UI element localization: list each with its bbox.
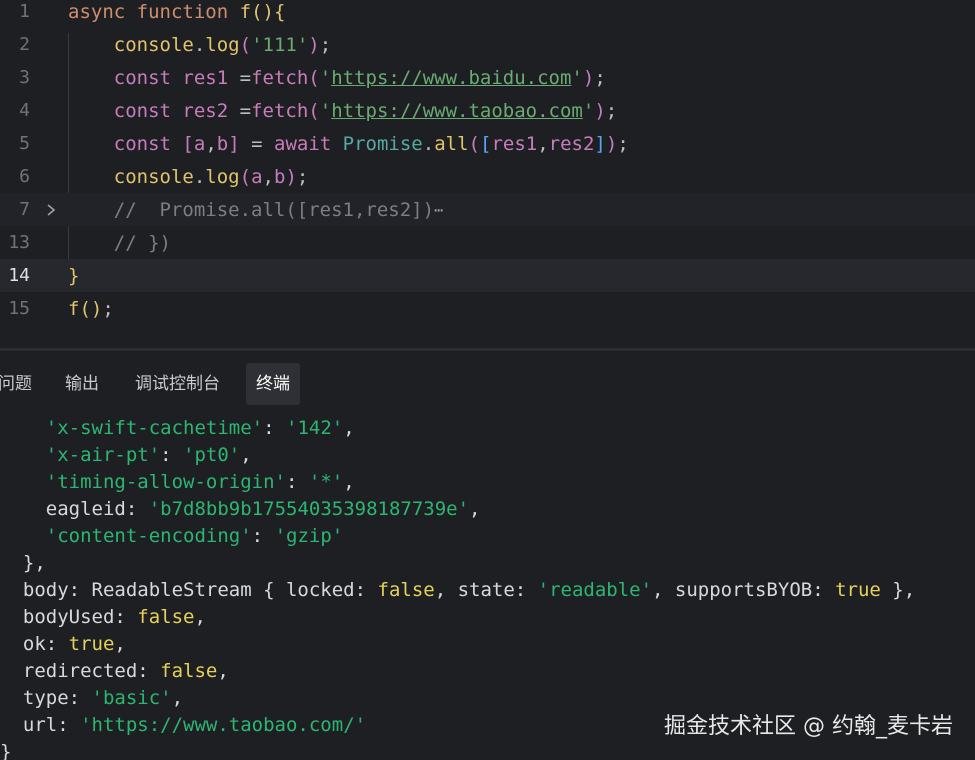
line-number: 3 — [19, 67, 30, 88]
terminal-line: url: 'https://www.taobao.com/' — [22, 714, 367, 736]
watermark: 掘金技术社区 @ 约翰_麦卡岩 — [664, 714, 953, 739]
code-line-folded[interactable]: 7 // Promise.all([res1,res2])⋯ — [0, 193, 975, 226]
line-number: 2 — [19, 34, 30, 55]
line-number: 7 — [19, 199, 30, 220]
terminal-line: 'content-encoding': 'gzip' — [45, 525, 344, 547]
code-text: console.log(a,b); — [113, 165, 309, 188]
line-number: 5 — [19, 133, 30, 154]
terminal-line: ok: true, — [22, 633, 126, 655]
url-link: https://www.baidu.com — [331, 66, 572, 89]
tab-debug-console[interactable]: 调试控制台 — [125, 363, 230, 405]
code-text: console.log('111'); — [113, 33, 332, 56]
code-line[interactable]: 2 console.log('111'); — [0, 28, 975, 61]
code-text: f(); — [68, 297, 114, 320]
terminal-line: redirected: false, — [22, 660, 229, 682]
code-line[interactable]: 13 // }) — [0, 226, 975, 259]
url-link: https://www.taobao.com — [331, 99, 583, 122]
code-text: // Promise.all([res1,res2])⋯ — [113, 198, 444, 221]
terminal-line: 'x-air-pt': 'pt0', — [45, 444, 252, 466]
tab-output[interactable]: 输出 — [55, 363, 109, 405]
code-line[interactable]: 15 f(); — [0, 292, 975, 325]
code-line[interactable]: 5 const [a,b] = await Promise.all([res1,… — [0, 127, 975, 160]
tab-problems[interactable]: 问题 — [0, 363, 42, 405]
tab-terminal[interactable]: 终端 — [246, 363, 300, 405]
code-text: const res2 =fetch('https://www.taobao.co… — [113, 99, 618, 122]
code-line[interactable]: 4 const res2 =fetch('https://www.taobao.… — [0, 94, 975, 127]
code-text: async function f(){ — [68, 0, 286, 23]
terminal-line: 'x-swift-cachetime': '142', — [45, 417, 355, 439]
line-number: 13 — [8, 232, 30, 253]
line-number: 15 — [8, 298, 30, 319]
code-line-current[interactable]: 14 } — [0, 259, 975, 292]
line-number: 4 — [19, 100, 30, 121]
panel-tabs: 问题 输出 调试控制台 终端 — [0, 363, 975, 405]
terminal-line: eagleid: 'b7d8bb9b17554035398187739e', — [45, 498, 481, 520]
terminal-line: bodyUsed: false, — [22, 606, 206, 628]
terminal-line: type: 'basic', — [22, 687, 184, 709]
code-line[interactable]: 1 async function f(){ — [0, 0, 975, 28]
line-number: 6 — [19, 166, 30, 187]
terminal-line: body: ReadableStream { locked: false, st… — [22, 579, 916, 601]
bottom-panel: 问题 输出 调试控制台 终端 'x-swift-cachetime': '142… — [0, 351, 975, 760]
code-text: // }) — [113, 231, 171, 254]
line-number: 14 — [8, 265, 30, 286]
terminal-line: 'timing-allow-origin': '*', — [45, 471, 355, 493]
code-line[interactable]: 6 console.log(a,b); — [0, 160, 975, 193]
code-text: } — [68, 264, 80, 287]
fold-ellipsis-icon[interactable]: ⋯ — [434, 201, 443, 219]
line-number: 1 — [19, 1, 30, 22]
chevron-right-icon[interactable] — [44, 193, 58, 226]
code-text: const res1 =fetch('https://www.baidu.com… — [113, 66, 606, 89]
terminal-line: }, — [22, 552, 46, 574]
code-line[interactable]: 3 const res1 =fetch('https://www.baidu.c… — [0, 61, 975, 94]
ide-window: 1 async function f(){ 2 console.log('111… — [0, 0, 975, 760]
code-text: const [a,b] = await Promise.all([res1,re… — [113, 132, 629, 155]
code-editor[interactable]: 1 async function f(){ 2 console.log('111… — [0, 0, 975, 343]
terminal-line: } — [0, 741, 12, 760]
